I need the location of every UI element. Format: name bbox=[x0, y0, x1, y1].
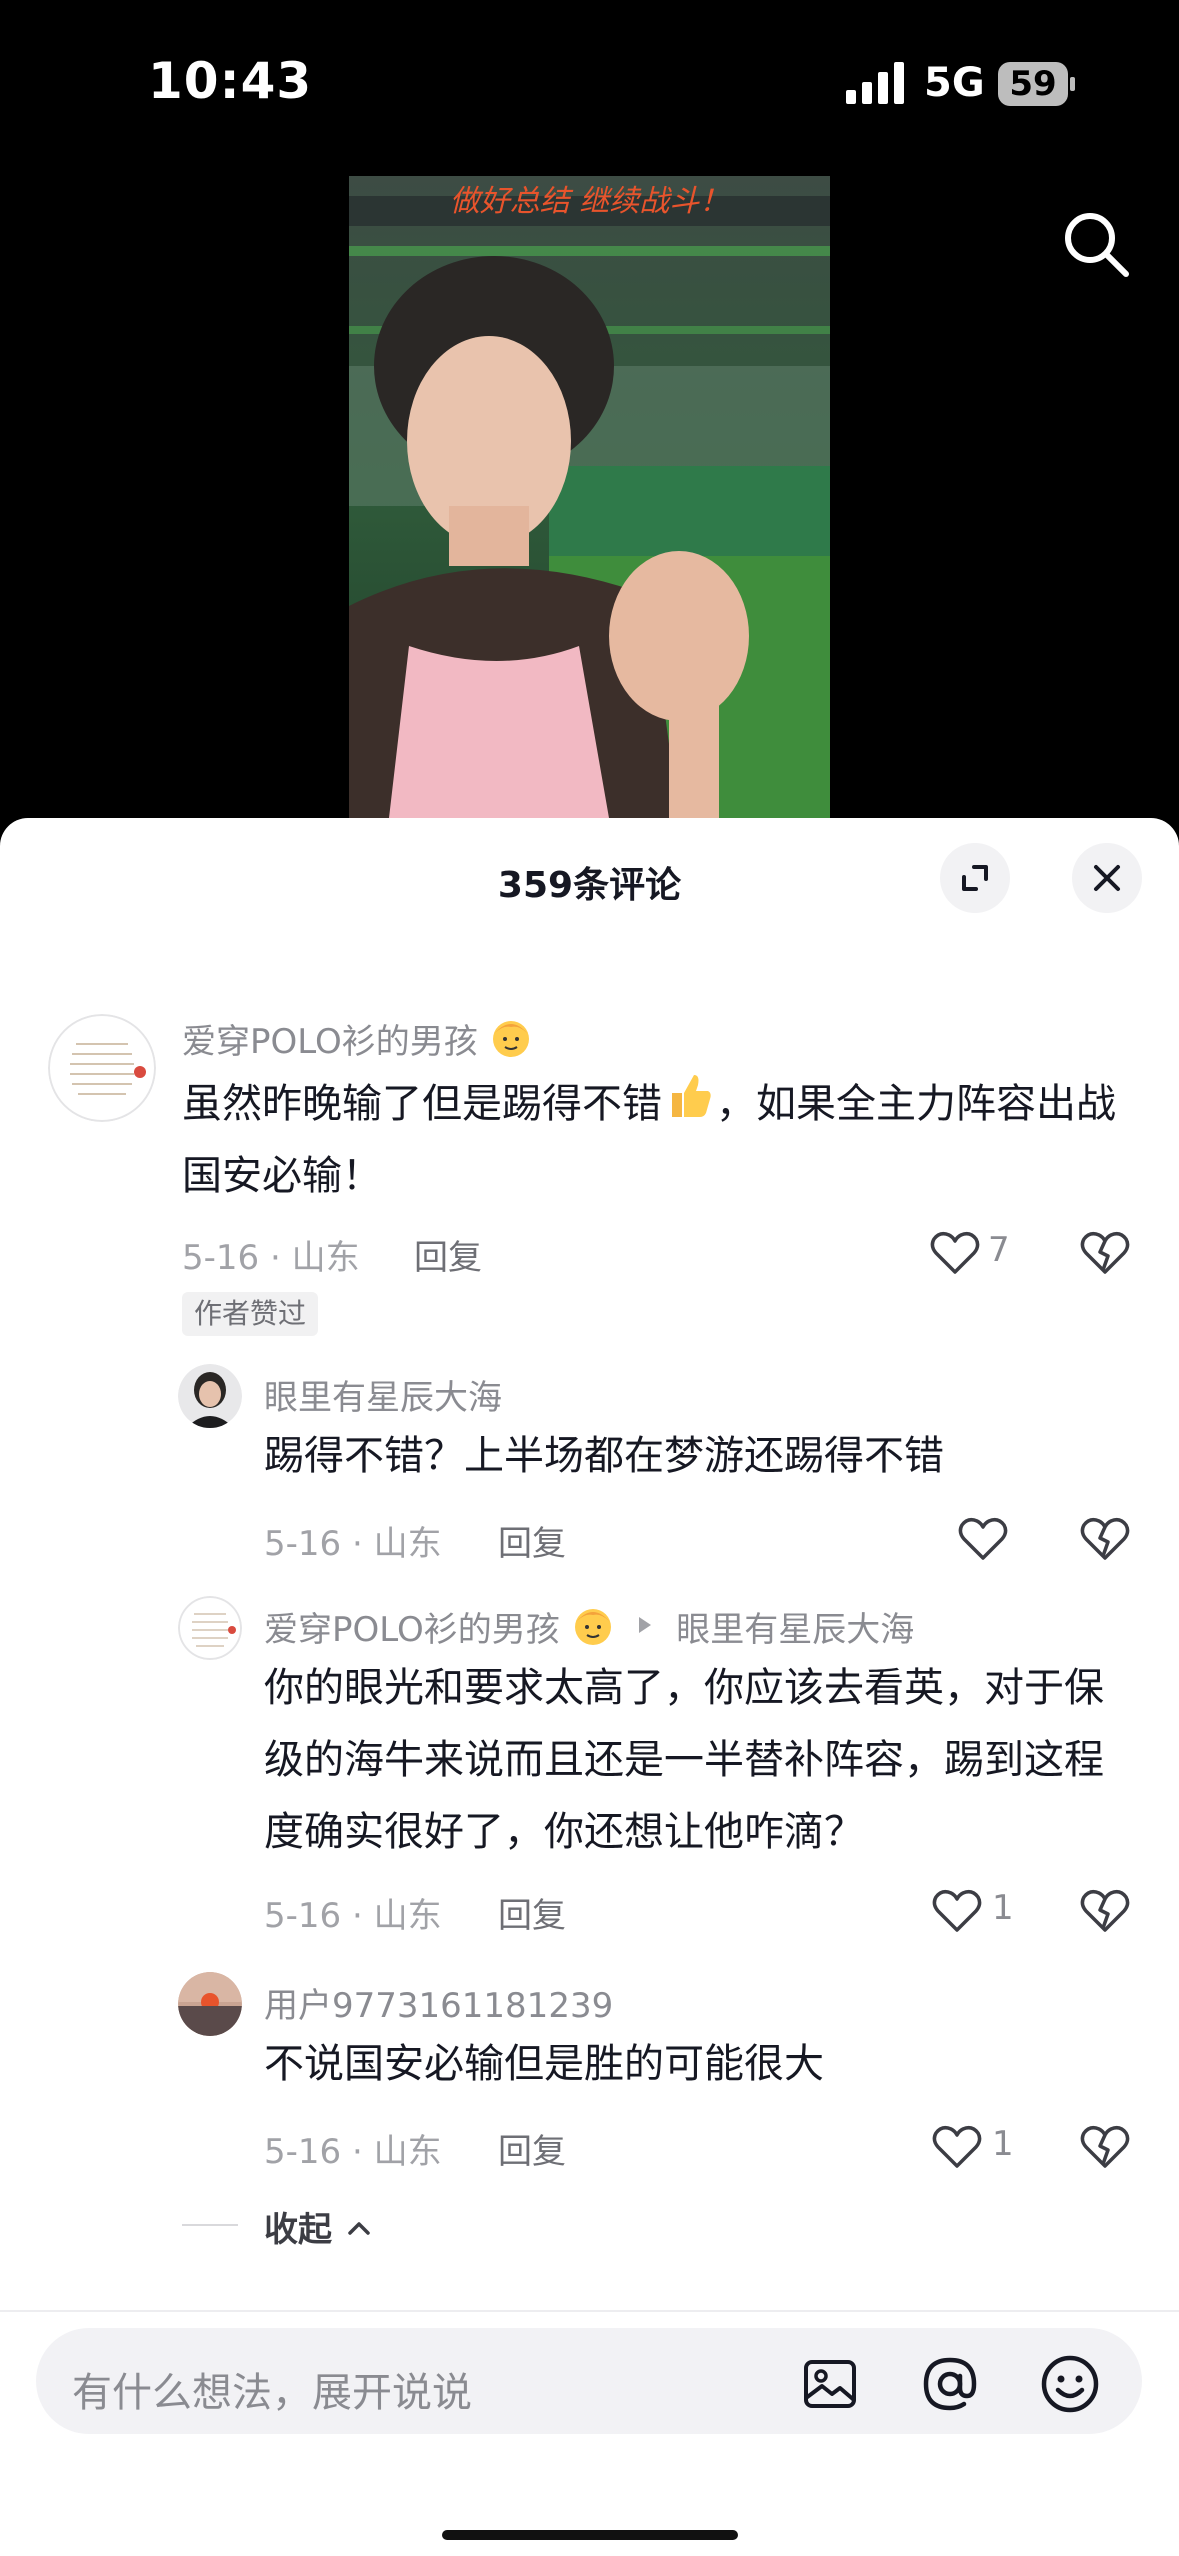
reply-button[interactable]: 回复 bbox=[498, 1888, 566, 1937]
battery-level: 59 bbox=[1009, 64, 1057, 104]
input-divider bbox=[0, 2310, 1179, 2312]
avatar[interactable] bbox=[178, 1364, 242, 1428]
broken-heart-icon[interactable] bbox=[1078, 2120, 1132, 2174]
reply-button[interactable]: 回复 bbox=[414, 1230, 482, 1279]
search-icon[interactable] bbox=[1058, 206, 1134, 282]
close-button[interactable] bbox=[1072, 843, 1142, 913]
comment-username[interactable]: 爱穿POLO衫的男孩 bbox=[182, 1014, 533, 1063]
comment-text: 不说国安必输但是胜的可能很大 bbox=[264, 2041, 824, 2087]
avatar[interactable] bbox=[178, 1972, 242, 2036]
comment-username[interactable]: 爱穿POLO衫的男孩 眼里有星辰大海 bbox=[264, 1602, 914, 1651]
comment-meta: 5-16 · 山东 bbox=[264, 2132, 442, 2172]
heart-icon[interactable] bbox=[930, 1884, 984, 1938]
collapse-label: 收起 bbox=[264, 2210, 332, 2250]
reply-arrow-icon bbox=[639, 1617, 652, 1633]
comment-meta: 5-16 · 山东 bbox=[264, 1524, 442, 1564]
chevron-up-icon bbox=[348, 2222, 370, 2235]
reply-comment: 爱穿POLO衫的男孩 眼里有星辰大海 你的眼光和要求太高了，你应该去看英，对于保… bbox=[0, 1594, 1179, 1944]
emoji-icon[interactable] bbox=[1038, 2352, 1102, 2416]
heart-icon[interactable] bbox=[930, 2120, 984, 2174]
expand-button[interactable] bbox=[940, 843, 1010, 913]
comment: 爱穿POLO衫的男孩 虽然昨晚输了但是踢得不错 ，如果全主力阵容出战国安必输！ … bbox=[0, 1000, 1179, 1340]
signal-icon bbox=[846, 62, 904, 104]
author-liked-badge: 作者赞过 bbox=[182, 1292, 319, 1336]
comment-username[interactable]: 用户9773161181239 bbox=[264, 1978, 613, 2027]
avatar[interactable] bbox=[48, 1014, 156, 1122]
username-text[interactable]: 爱穿POLO衫的男孩 bbox=[182, 1022, 478, 1062]
broken-heart-icon[interactable] bbox=[1078, 1512, 1132, 1566]
reply-button[interactable]: 回复 bbox=[498, 2124, 566, 2173]
comment-text: 你的眼光和要求太高了，你应该去看英，对于保级的海牛来说而且还是一半替补阵容，踢到… bbox=[264, 1665, 1104, 1855]
battery-icon: 59 bbox=[998, 62, 1076, 106]
comment-username[interactable]: 眼里有星辰大海 bbox=[264, 1370, 502, 1419]
reply-button[interactable]: 回复 bbox=[498, 1516, 566, 1565]
close-icon bbox=[1094, 865, 1120, 891]
boy-emoji-icon bbox=[574, 1609, 611, 1645]
username-text[interactable]: 爱穿POLO衫的男孩 bbox=[264, 1610, 560, 1650]
thumbs-up-icon bbox=[672, 1075, 711, 1117]
like-count: 1 bbox=[992, 2124, 1014, 2164]
broken-heart-icon[interactable] bbox=[1078, 1884, 1132, 1938]
heart-icon[interactable] bbox=[956, 1512, 1010, 1566]
reply-comment: 眼里有星辰大海 踢得不错？上半场都在梦游还踢得不错 5-16 · 山东 回复 bbox=[0, 1362, 1179, 1565]
avatar[interactable] bbox=[178, 1596, 242, 1660]
comment-text: 虽然昨晚输了但是踢得不错 ，如果全主力阵容出战国安必输！ bbox=[182, 1068, 1142, 1212]
video-preview[interactable] bbox=[349, 176, 830, 818]
broken-heart-icon[interactable] bbox=[1078, 1226, 1132, 1280]
image-icon[interactable] bbox=[800, 2354, 860, 2414]
reply-to-username[interactable]: 眼里有星辰大海 bbox=[676, 1610, 914, 1650]
comment-meta: 5-16 · 山东 bbox=[182, 1238, 360, 1278]
network-type: 5G bbox=[924, 60, 985, 106]
at-icon[interactable] bbox=[918, 2352, 982, 2416]
collapse-divider bbox=[182, 2224, 238, 2226]
comment-text: 踢得不错？上半场都在梦游还踢得不错 bbox=[264, 1433, 944, 1479]
like-count: 1 bbox=[992, 1888, 1014, 1928]
expand-icon bbox=[962, 865, 988, 891]
reply-comment: 用户9773161181239 不说国安必输但是胜的可能很大 5-16 · 山东… bbox=[0, 1970, 1179, 2173]
boy-emoji-icon bbox=[492, 1021, 529, 1057]
status-time: 10:43 bbox=[148, 52, 313, 110]
comment-text-part: 虽然昨晚输了但是踢得不错 bbox=[182, 1081, 662, 1127]
comment-input-placeholder[interactable]: 有什么想法，展开说说 bbox=[72, 2360, 472, 2418]
comment-meta: 5-16 · 山东 bbox=[264, 1896, 442, 1936]
like-count: 7 bbox=[988, 1230, 1010, 1270]
home-indicator[interactable] bbox=[442, 2530, 738, 2540]
heart-icon[interactable] bbox=[928, 1226, 982, 1280]
collapse-replies-button[interactable]: 收起 bbox=[264, 2202, 374, 2251]
video-caption: 做好总结 继续战斗！ bbox=[449, 184, 730, 219]
